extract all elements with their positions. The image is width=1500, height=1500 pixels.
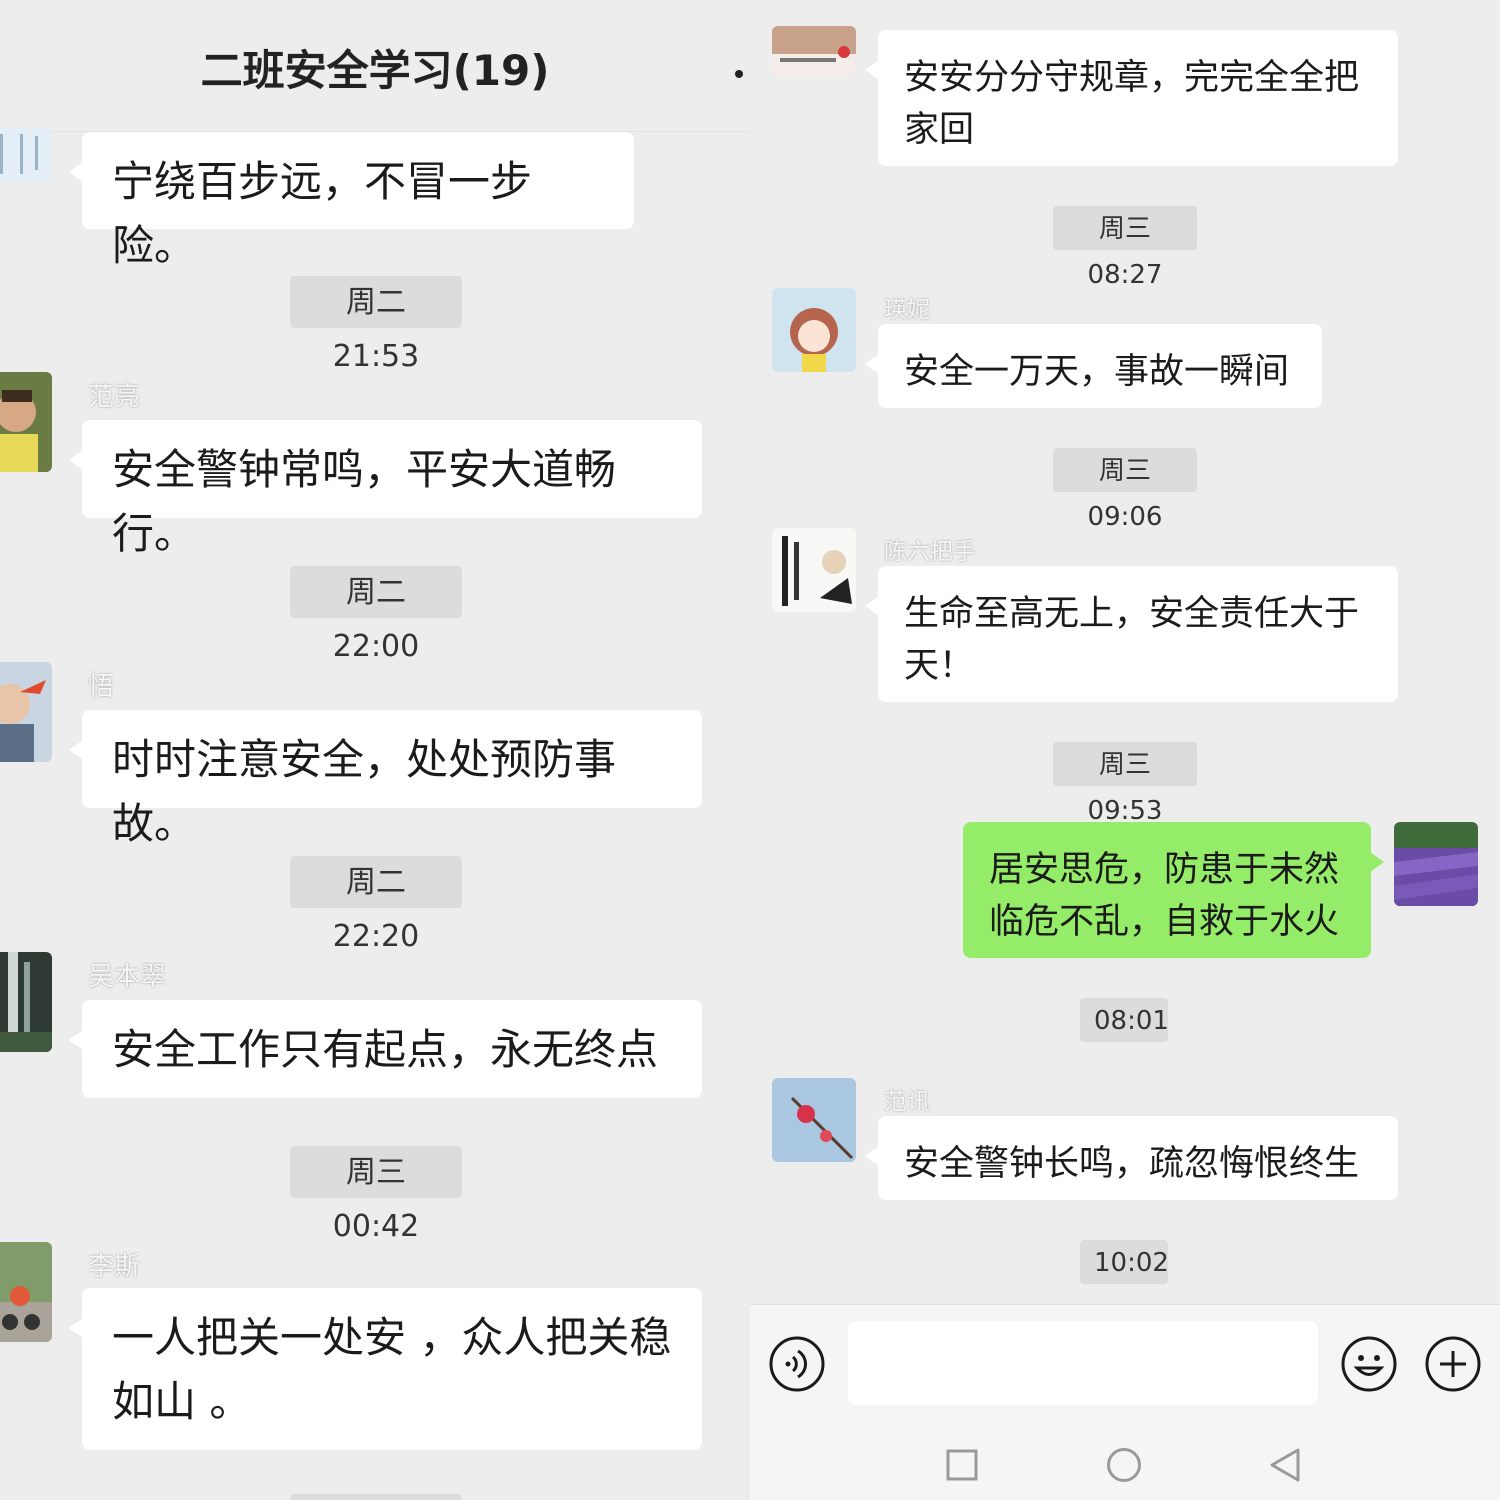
avatar[interactable] <box>772 528 856 612</box>
message-text-line: 一人把关一处安 ，众人把关稳 <box>112 1313 672 1362</box>
timestamp-partial <box>290 1494 462 1500</box>
message-text: 安全一万天，事故一瞬间 <box>904 352 1290 392</box>
sender-name: 吴本翠 <box>88 962 167 992</box>
chat-panel-left: 二班安全学习(19) 宁绕百步远，不冒一步险。 周二 21:53 范亮 安全警钟… <box>0 0 750 1500</box>
emoji-icon[interactable] <box>1340 1335 1398 1393</box>
sender-name: 范讯 <box>884 1089 930 1115</box>
message-text-line: 居安思危，防患于未然 <box>989 850 1340 890</box>
message-bubble[interactable]: 安全工作只有起点，永无终点 <box>69 1000 702 1098</box>
sender-name: 李斯 <box>88 1252 141 1282</box>
message-text: 安全警钟常鸣，平安大道畅行。 <box>112 445 617 558</box>
system-nav-bar <box>750 1420 1500 1500</box>
message-text: 安全警钟长鸣，疏忽悔恨终生 <box>904 1144 1360 1184</box>
message-bubble[interactable]: 宁绕百步远，不冒一步险。 <box>69 132 634 270</box>
avatar[interactable] <box>772 288 856 372</box>
avatar[interactable] <box>0 128 52 182</box>
sender-name: 悟 <box>88 672 115 702</box>
message-text-line: 如山 。 <box>112 1377 252 1426</box>
message-bubble[interactable]: 安全警钟常鸣，平安大道畅行。 <box>69 420 702 558</box>
divider-dot <box>735 70 743 78</box>
voice-icon[interactable] <box>768 1335 826 1393</box>
own-avatar[interactable] <box>1394 822 1478 906</box>
message-text: 时时注意安全，处处预防事故。 <box>112 735 617 848</box>
timestamp: 周三 08:27 <box>1053 206 1197 290</box>
message-text: 宁绕百步远，不冒一步险。 <box>112 157 533 270</box>
message-text-line: 临危不乱，自救于水火 <box>989 902 1340 942</box>
sender-name: 范亮 <box>88 382 141 412</box>
message-bubble[interactable]: 安安分分守规章，完完全全把 家回 <box>865 30 1398 166</box>
message-bubble[interactable]: 时时注意安全，处处预防事故。 <box>69 710 702 848</box>
timestamp: 周三 09:53 <box>1053 742 1197 826</box>
input-bar <box>750 1304 1500 1420</box>
own-message-bubble[interactable]: 居安思危，防患于未然 临危不乱，自救于水火 <box>963 822 1384 958</box>
nav-square-icon[interactable] <box>946 1449 978 1481</box>
timestamp: 周三 00:42 <box>290 1146 462 1244</box>
message-input[interactable] <box>848 1321 1318 1405</box>
avatar[interactable] <box>772 26 856 76</box>
message-bubble[interactable]: 一人把关一处安 ，众人把关稳 如山 。 <box>69 1288 702 1450</box>
avatar[interactable] <box>0 1242 52 1342</box>
timestamp: 10:02 <box>1080 1240 1169 1284</box>
message-bubble[interactable]: 安全一万天，事故一瞬间 <box>865 324 1322 408</box>
message-bubble[interactable]: 生命至高无上，安全责任大于 天！ <box>865 566 1398 702</box>
avatar[interactable] <box>0 952 52 1052</box>
timestamp: 周二 21:53 <box>290 276 462 374</box>
chat-title: 二班安全学习(19) <box>0 0 750 132</box>
timestamp: 周二 22:00 <box>290 566 462 664</box>
nav-circle-icon[interactable] <box>1106 1447 1142 1483</box>
avatar[interactable] <box>772 1078 856 1162</box>
message-bubble[interactable]: 安全警钟长鸣，疏忽悔恨终生 <box>865 1116 1398 1200</box>
sender-name: 陈六把手 <box>884 539 976 565</box>
message-text: 安全工作只有起点，永无终点 <box>112 1025 659 1074</box>
message-text-line: 生命至高无上，安全责任大于 <box>904 594 1360 634</box>
avatar[interactable] <box>0 372 52 472</box>
nav-back-icon[interactable] <box>1268 1447 1302 1483</box>
timestamp: 周三 09:06 <box>1053 448 1197 532</box>
sender-name: 瑛妮 <box>884 297 930 323</box>
message-text-line: 家回 <box>904 110 975 150</box>
timestamp: 周二 22:20 <box>290 856 462 954</box>
message-text-line: 安安分分守规章，完完全全把 <box>904 58 1360 98</box>
avatar[interactable] <box>0 662 52 762</box>
plus-icon[interactable] <box>1424 1335 1482 1393</box>
timestamp: 08:01 <box>1080 998 1169 1042</box>
chat-panel-right: 安安分分守规章，完完全全把 家回 周三 08:27 瑛妮 安全一万天，事故一瞬间… <box>750 0 1500 1500</box>
message-text-line: 天！ <box>904 646 975 686</box>
